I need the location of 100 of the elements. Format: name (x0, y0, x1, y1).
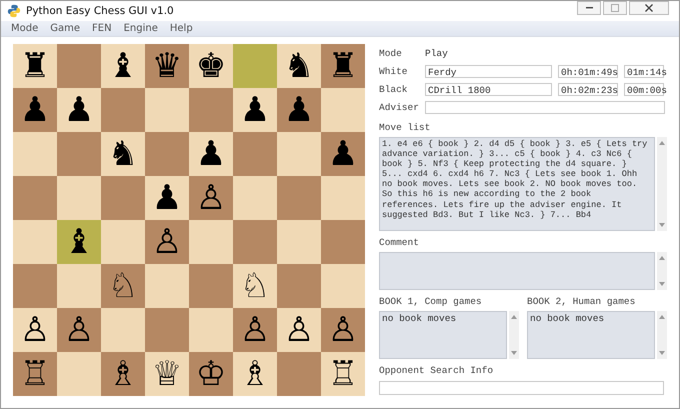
board-square[interactable]: ♔ (189, 352, 233, 396)
scroll-up-icon[interactable] (511, 315, 517, 319)
board-square[interactable]: ♘ (101, 264, 145, 308)
board-square[interactable]: ♙ (189, 176, 233, 220)
chess-piece[interactable]: ♙ (328, 310, 358, 350)
board-square[interactable] (321, 176, 365, 220)
clock-field[interactable]: 0h:01m:49s (558, 64, 618, 78)
scroll-down-icon[interactable] (659, 282, 665, 286)
chess-piece[interactable]: ♟ (328, 134, 358, 174)
book-text-area[interactable]: no book moves (527, 311, 655, 359)
board-square[interactable] (189, 264, 233, 308)
board-square[interactable] (13, 132, 57, 176)
move-list-text-area[interactable]: 1. e4 e6 { book } 2. d4 d5 { book } 3. e5 { Lets try advance variation. } 3... c5 { book } 4. c3 Nc6 { book } 5. Nf3 { Keep protecting the d4 square. } 5... cxd4 6. cxd4 h6 7. Nc3 { Lets see book 1. Ohh no book moves. Lets see book 2. NO book moves too. So this h6 is new according to the 2 book references. Lets fire up the adviser engine. It suggested Bd3. But I like Nc3. } 7... Bb4 (379, 137, 655, 231)
clock-field[interactable]: 0h:02m:23s (558, 82, 618, 96)
menu-item[interactable]: FEN (92, 23, 112, 34)
board-square[interactable]: ♙ (13, 308, 57, 352)
board-square[interactable]: ♜ (321, 44, 365, 88)
chess-piece[interactable]: ♚ (196, 46, 226, 86)
board-square[interactable] (101, 308, 145, 352)
board-square[interactable]: ♞ (277, 44, 321, 88)
board-square[interactable] (321, 264, 365, 308)
board-square[interactable] (13, 220, 57, 264)
chess-piece[interactable]: ♖ (328, 354, 358, 394)
board-square[interactable]: ♟ (321, 132, 365, 176)
board-square[interactable] (189, 88, 233, 132)
board-square[interactable] (277, 132, 321, 176)
chess-piece[interactable]: ♟ (240, 90, 270, 130)
menu-item[interactable]: Help (170, 23, 193, 34)
board-square[interactable]: ♙ (233, 308, 277, 352)
board-square[interactable]: ♙ (321, 308, 365, 352)
board-square[interactable]: ♗ (233, 352, 277, 396)
board-square[interactable] (57, 352, 101, 396)
board-square[interactable]: ♟ (145, 176, 189, 220)
chess-piece[interactable]: ♜ (328, 46, 358, 86)
menu-item[interactable]: Mode (11, 23, 38, 34)
board-square[interactable]: ♖ (13, 352, 57, 396)
board-square[interactable]: ♙ (145, 220, 189, 264)
book-text-area[interactable]: no book moves (379, 311, 507, 359)
board-square[interactable] (145, 264, 189, 308)
scroll-down-icon[interactable] (511, 351, 517, 355)
board-square[interactable] (101, 220, 145, 264)
chess-piece[interactable]: ♝ (64, 222, 94, 262)
chess-piece[interactable]: ♟ (64, 90, 94, 130)
chess-piece[interactable]: ♜ (20, 46, 50, 86)
chess-piece[interactable]: ♘ (108, 266, 138, 306)
chess-piece[interactable]: ♖ (20, 354, 50, 394)
board-square[interactable]: ♟ (13, 88, 57, 132)
board-square[interactable]: ♙ (57, 308, 101, 352)
board-square[interactable] (277, 220, 321, 264)
board-square[interactable] (189, 220, 233, 264)
chess-piece[interactable]: ♙ (284, 310, 314, 350)
chess-piece[interactable]: ♟ (152, 178, 182, 218)
board-square[interactable]: ♗ (101, 352, 145, 396)
close-button[interactable] (629, 1, 669, 15)
board-square[interactable]: ♕ (145, 352, 189, 396)
board-square[interactable]: ♚ (189, 44, 233, 88)
chess-piece[interactable]: ♞ (284, 46, 314, 86)
chess-piece[interactable]: ♗ (108, 354, 138, 394)
chess-piece[interactable]: ♛ (152, 46, 182, 86)
board-square[interactable] (277, 176, 321, 220)
scroll-up-icon[interactable] (659, 315, 665, 319)
chess-piece[interactable]: ♝ (108, 46, 138, 86)
board-square[interactable]: ♛ (145, 44, 189, 88)
menu-item[interactable]: Game (50, 23, 80, 34)
search-info-field[interactable] (379, 381, 664, 395)
chess-piece[interactable]: ♙ (196, 178, 226, 218)
board-square[interactable]: ♟ (57, 88, 101, 132)
move-time-field[interactable]: 00m:00s (624, 82, 664, 96)
chess-piece[interactable]: ♕ (152, 354, 182, 394)
scroll-up-icon[interactable] (659, 141, 665, 145)
board-square[interactable] (233, 44, 277, 88)
board-square[interactable] (321, 220, 365, 264)
board-square[interactable] (13, 176, 57, 220)
board-square[interactable]: ♟ (277, 88, 321, 132)
chess-piece[interactable]: ♟ (196, 134, 226, 174)
chess-piece[interactable]: ♙ (64, 310, 94, 350)
board-square[interactable] (57, 132, 101, 176)
minimize-button[interactable] (577, 1, 601, 15)
board-square[interactable] (101, 88, 145, 132)
board-square[interactable] (101, 176, 145, 220)
chess-piece[interactable]: ♘ (240, 266, 270, 306)
board-square[interactable] (321, 88, 365, 132)
board-square[interactable]: ♘ (233, 264, 277, 308)
chess-piece[interactable]: ♙ (20, 310, 50, 350)
board-square[interactable]: ♙ (277, 308, 321, 352)
board-square[interactable] (57, 264, 101, 308)
menu-item[interactable]: Engine (124, 23, 158, 34)
player-name-field[interactable]: Ferdy (425, 64, 552, 78)
board-square[interactable] (145, 132, 189, 176)
chess-piece[interactable]: ♙ (240, 310, 270, 350)
scroll-down-icon[interactable] (659, 351, 665, 355)
comment-text-area[interactable] (379, 252, 655, 290)
chess-piece[interactable]: ♙ (152, 222, 182, 262)
scroll-up-icon[interactable] (659, 256, 665, 260)
chess-piece[interactable]: ♗ (240, 354, 270, 394)
adviser-field[interactable] (425, 100, 665, 114)
scroll-down-icon[interactable] (659, 223, 665, 227)
board-square[interactable]: ♝ (101, 44, 145, 88)
board-square[interactable] (13, 264, 57, 308)
chess-piece[interactable]: ♟ (20, 90, 50, 130)
